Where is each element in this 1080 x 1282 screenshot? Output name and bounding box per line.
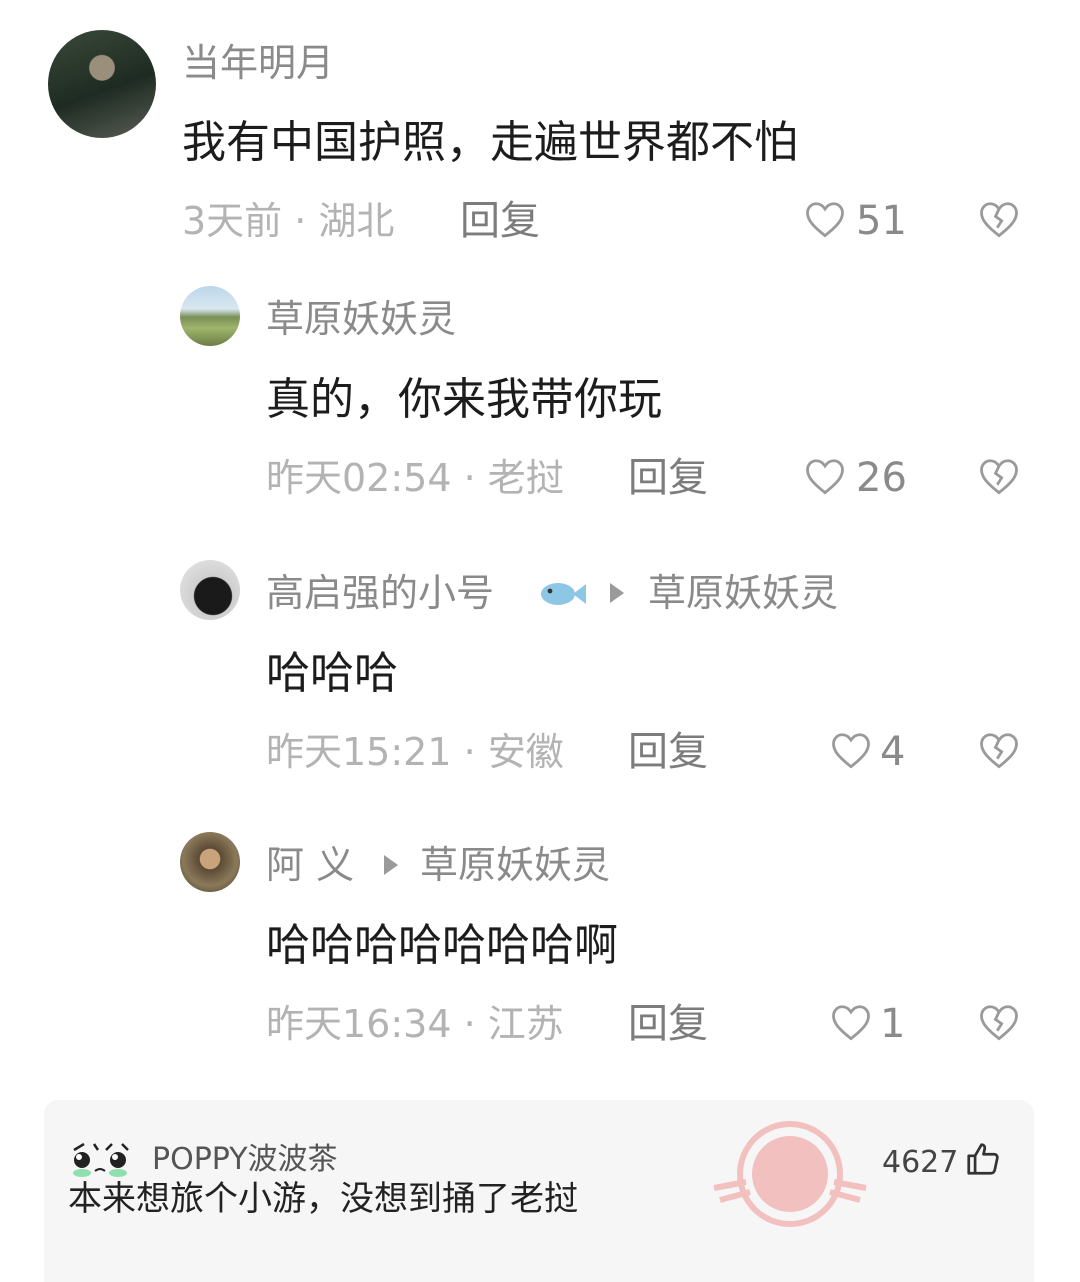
fish-emoji-icon <box>538 576 588 610</box>
avatar[interactable] <box>48 30 156 138</box>
heart-outline-icon[interactable] <box>830 730 872 770</box>
thumbs-up-icon[interactable] <box>964 1140 1002 1178</box>
comment-meta: 昨天15:21 · 安徽 <box>266 730 564 774</box>
reply-arrow-icon <box>384 855 398 875</box>
comment-meta: 3天前 · 湖北 <box>182 199 395 243</box>
comment-username[interactable]: 高启强的小号 <box>266 574 494 612</box>
like-count: 51 <box>856 198 907 244</box>
heart-outline-icon[interactable] <box>804 199 846 239</box>
hot-comment-username[interactable]: POPPY波波茶 <box>152 1145 338 1175</box>
broken-heart-icon[interactable] <box>978 199 1020 239</box>
watermark-stamp-icon <box>706 1118 874 1230</box>
avatar[interactable] <box>180 286 240 346</box>
comment-username[interactable]: 阿 义 <box>266 846 354 884</box>
reply-button[interactable]: 回复 <box>628 1004 708 1044</box>
comment-text: 哈哈哈哈哈哈哈啊 <box>266 920 618 971</box>
comment-text: 我有中国护照，走遍世界都不怕 <box>182 117 798 168</box>
hot-comment-text: 本来想旅个小游，没想到捅了老挝 <box>68 1179 578 1219</box>
heart-outline-icon[interactable] <box>804 456 846 496</box>
comment-meta: 昨天16:34 · 江苏 <box>266 1002 564 1046</box>
reply-to-username[interactable]: 草原妖妖灵 <box>420 846 610 884</box>
comment-text: 哈哈哈 <box>266 648 398 699</box>
reply-button[interactable]: 回复 <box>460 201 540 241</box>
avatar[interactable] <box>180 832 240 892</box>
sleepy-face-avatar-icon[interactable] <box>68 1140 132 1182</box>
comment-username[interactable]: 草原妖妖灵 <box>266 300 456 338</box>
reply-arrow-icon <box>610 583 624 603</box>
comment-text: 真的，你来我带你玩 <box>266 374 662 425</box>
reply-button[interactable]: 回复 <box>628 458 708 498</box>
reply-button[interactable]: 回复 <box>628 732 708 772</box>
heart-outline-icon[interactable] <box>830 1002 872 1042</box>
like-count: 26 <box>856 455 907 501</box>
broken-heart-icon[interactable] <box>978 1002 1020 1042</box>
broken-heart-icon[interactable] <box>978 730 1020 770</box>
broken-heart-icon[interactable] <box>978 456 1020 496</box>
reply-to-username[interactable]: 草原妖妖灵 <box>648 574 838 612</box>
comment-username[interactable]: 当年明月 <box>182 44 334 82</box>
comment-meta: 昨天02:54 · 老挝 <box>266 456 564 500</box>
avatar[interactable] <box>180 560 240 620</box>
like-count: 1 <box>880 1001 906 1047</box>
like-count: 4 <box>880 729 906 775</box>
hot-comment-like-count: 4627 <box>882 1145 959 1180</box>
